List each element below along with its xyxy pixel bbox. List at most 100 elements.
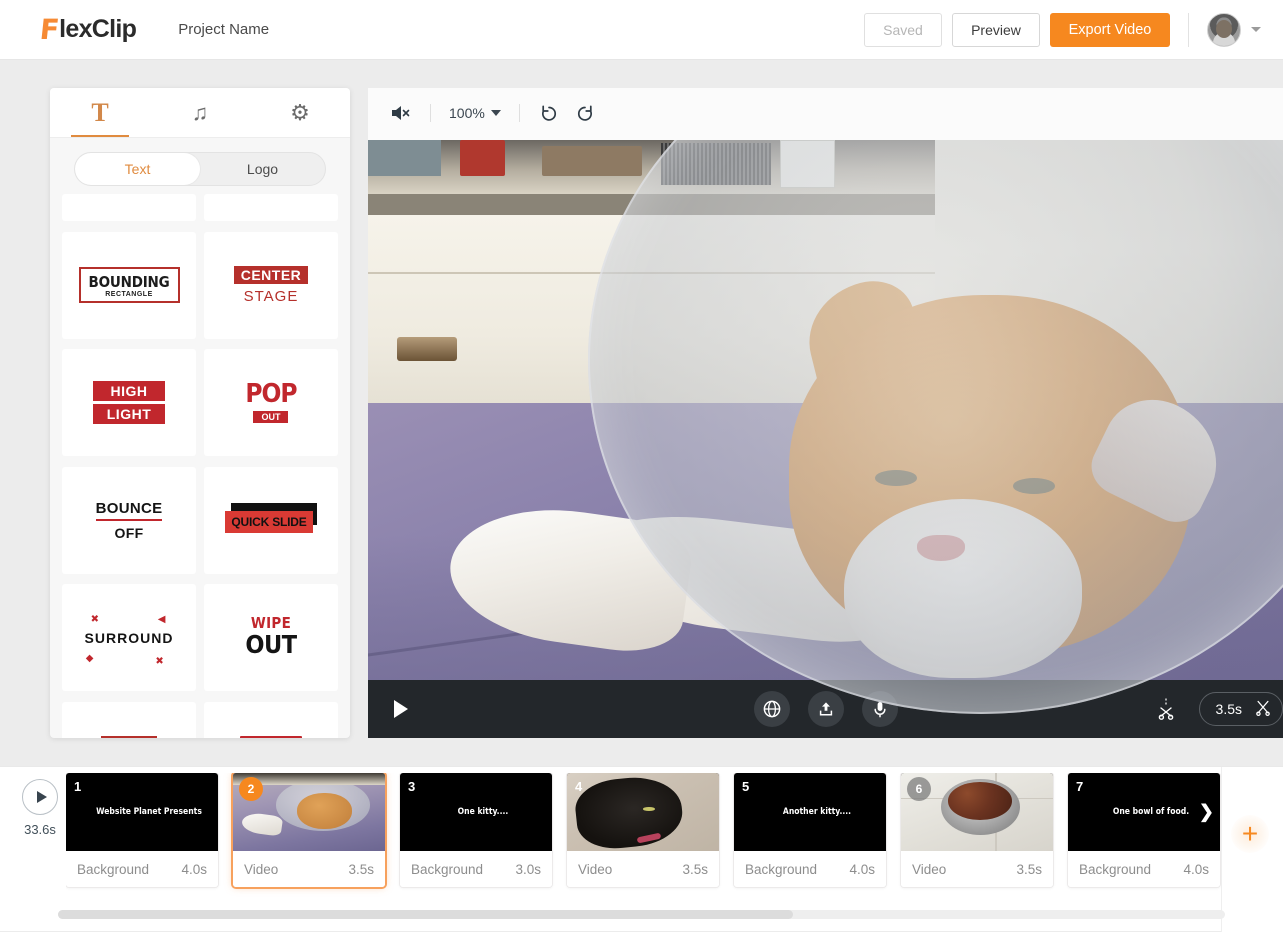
- clip-number-badge: 4: [575, 779, 582, 794]
- clip-type: Background: [745, 862, 817, 877]
- clip-meta: Video 3.5s: [567, 851, 719, 887]
- clip-number-badge: 1: [74, 779, 81, 794]
- clip-type: Video: [578, 862, 612, 877]
- template-art-surround: ✖ ◀ ◆ ✖ SURROUND: [69, 605, 189, 671]
- clip-thumbnail: 1Website Planet Presents: [66, 773, 218, 851]
- template-line1: QUICK SLIDE: [225, 511, 313, 533]
- template-card-high-light[interactable]: HIGH LIGHT: [62, 349, 196, 456]
- upload-button[interactable]: [808, 691, 844, 727]
- text-template-grid: BOUNDING RECTANGLE CENTER STAGE HIGH LIG…: [50, 194, 350, 738]
- template-card-partial-bottom-left[interactable]: [62, 702, 196, 739]
- timeline-clip-4[interactable]: 4 Video 3.5s: [567, 773, 719, 887]
- clip-meta: Background 4.0s: [1068, 851, 1220, 887]
- template-art-partial-box: [240, 736, 302, 739]
- clip-duration: 3.5s: [1016, 862, 1042, 877]
- add-clip-button[interactable]: +: [1231, 815, 1269, 853]
- clip-type: Background: [411, 862, 483, 877]
- clip-caption: One bowl of food.: [1068, 807, 1220, 817]
- undo-icon[interactable]: [538, 102, 560, 124]
- clip-duration: 3.5s: [348, 862, 374, 877]
- clip-type: Background: [1079, 862, 1151, 877]
- timeline-total-duration: 33.6s: [14, 822, 66, 837]
- template-art-pop: POP OUT: [245, 381, 296, 425]
- project-name[interactable]: Project Name: [178, 21, 269, 38]
- template-card-partial-bottom-right[interactable]: [204, 702, 338, 739]
- timeline-clip-1[interactable]: 1Website Planet PresentsBackground4.0s: [66, 773, 218, 887]
- template-art-partial-line: [101, 736, 157, 739]
- scissors-icon[interactable]: [1254, 699, 1272, 720]
- template-art-center: CENTER STAGE: [234, 266, 309, 305]
- template-card-bounding-rectangle[interactable]: BOUNDING RECTANGLE: [62, 232, 196, 339]
- tab-text[interactable]: T: [50, 88, 150, 137]
- preview-area: 100%: [368, 88, 1283, 738]
- template-card-bounce-off[interactable]: BOUNCE OFF: [62, 467, 196, 574]
- timeline-clip-5[interactable]: 5 Another kitty.... Background4.0s: [734, 773, 886, 887]
- timeline-scrollbar[interactable]: [58, 910, 1225, 919]
- timeline-clip-3[interactable]: 3One kitty....Background3.0s: [400, 773, 552, 887]
- player-right-actions: 3.5s: [1147, 690, 1283, 728]
- tab-music[interactable]: ♫: [150, 88, 250, 137]
- template-line1: POP: [245, 381, 296, 407]
- zoom-level-value: 100%: [449, 105, 485, 121]
- template-card-partial-top-left[interactable]: [62, 194, 196, 221]
- preview-button[interactable]: Preview: [952, 13, 1040, 47]
- template-line2: OUT: [245, 631, 296, 659]
- export-video-button[interactable]: Export Video: [1050, 13, 1170, 47]
- timeline-play-button[interactable]: [22, 779, 58, 815]
- template-card-center-stage[interactable]: CENTER STAGE: [204, 232, 338, 339]
- tab-settings[interactable]: ⚙: [250, 88, 350, 137]
- segment-logo[interactable]: Logo: [200, 153, 325, 185]
- timeline-clip-2[interactable]: 2Video3.5s: [233, 773, 385, 887]
- timeline-clip-7[interactable]: 7One bowl of food.❯ Background 4.0s: [1068, 773, 1220, 887]
- flexclip-logo[interactable]: F lexClip: [40, 16, 136, 44]
- clip-duration: 4.0s: [1183, 862, 1209, 877]
- saved-status-button[interactable]: Saved: [864, 13, 942, 47]
- clip-duration-control[interactable]: 3.5s: [1199, 692, 1283, 726]
- template-line1: HIGH: [93, 381, 166, 401]
- segment-text[interactable]: Text: [75, 153, 200, 185]
- clip-number-badge: 5: [742, 779, 749, 794]
- template-line2: OUT: [253, 411, 288, 423]
- template-card-wipe-out[interactable]: WIPE OUT: [204, 584, 338, 691]
- clip-thumbnail: 3One kitty....: [400, 773, 552, 851]
- clip-duration: 3.5s: [682, 862, 708, 877]
- template-art-wipe: WIPE OUT: [245, 616, 296, 659]
- globe-button[interactable]: [754, 691, 790, 727]
- next-clip-arrow-icon[interactable]: ❯: [1199, 802, 1214, 823]
- sparkle-icon-2: ✖: [155, 656, 163, 667]
- template-line2: OFF: [96, 525, 163, 541]
- avatar[interactable]: [1207, 13, 1241, 47]
- toolbar-divider-1: [430, 104, 431, 122]
- zoom-level-select[interactable]: 100%: [449, 105, 501, 121]
- redo-icon[interactable]: [574, 102, 596, 124]
- play-icon[interactable]: [394, 700, 408, 718]
- clip-duration-value: 3.5s: [1216, 701, 1242, 717]
- template-line1: BOUNCE: [96, 500, 163, 521]
- speaker-mute-icon[interactable]: [390, 103, 412, 123]
- chevron-down-icon[interactable]: [1251, 27, 1261, 32]
- template-card-surround[interactable]: ✖ ◀ ◆ ✖ SURROUND: [62, 584, 196, 691]
- logo-wordmark: lexClip: [59, 17, 136, 42]
- clip-thumbnail: 4: [567, 773, 719, 851]
- header-divider: [1188, 13, 1189, 47]
- template-card-partial-top-right[interactable]: [204, 194, 338, 221]
- clip-meta: Background4.0s: [734, 851, 886, 887]
- play-icon: [37, 791, 47, 803]
- timeline-clip-6[interactable]: 6Video3.5s: [901, 773, 1053, 887]
- template-card-quick-slide[interactable]: QUICK SLIDE: [204, 467, 338, 574]
- left-tool-panel: T ♫ ⚙ Text Logo BOUNDING RECTANGLE CENTE…: [50, 88, 350, 738]
- template-card-pop-out[interactable]: POP OUT: [204, 349, 338, 456]
- clip-duration: 4.0s: [181, 862, 207, 877]
- video-canvas[interactable]: 3.5s: [368, 140, 1283, 738]
- timeline-scrollbar-thumb[interactable]: [58, 910, 793, 919]
- scissors-split-icon[interactable]: [1147, 690, 1185, 728]
- clip-type: Video: [912, 862, 946, 877]
- clip-thumbnail: 7One bowl of food.❯: [1068, 773, 1220, 851]
- timeline-bar: 33.6s 1Website Planet PresentsBackground…: [0, 766, 1283, 931]
- clip-caption: Another kitty....: [734, 807, 886, 817]
- preview-toolbar: 100%: [368, 88, 1283, 138]
- timeline-clip-scroller[interactable]: 1Website Planet PresentsBackground4.0s2V…: [66, 773, 1283, 898]
- clip-caption: One kitty....: [400, 807, 552, 817]
- template-art-quickslide: QUICK SLIDE: [225, 503, 317, 537]
- template-art-bounding: BOUNDING RECTANGLE: [79, 267, 180, 303]
